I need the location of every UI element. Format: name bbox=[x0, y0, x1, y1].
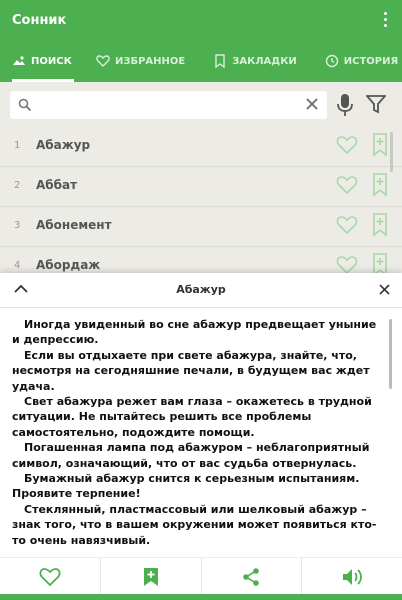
dialog-text: Иногда увиденный во сне абажур предвещае… bbox=[12, 317, 382, 557]
speak-button[interactable] bbox=[302, 558, 402, 595]
app-bar: Сонник ПОИСК ИЗБРАННОЕ ЗАКЛАДКИ ИСТОРИЯ bbox=[0, 0, 402, 82]
bookmark-button[interactable] bbox=[101, 558, 202, 595]
item-word: Аббат bbox=[36, 178, 78, 192]
dream-paragraph: Иногда увиденный во сне абажур предвещае… bbox=[12, 318, 377, 347]
word-list: 1 Абажур 2 Аббат 3 Абонемент 4 Абордаж bbox=[0, 127, 402, 287]
share-button[interactable] bbox=[202, 558, 303, 595]
search-input[interactable] bbox=[38, 95, 302, 117]
tab-bookmarks[interactable]: ЗАКЛАДКИ bbox=[213, 40, 297, 82]
item-word: Абонемент bbox=[36, 218, 112, 232]
dream-paragraph: Стеклянный, пластмассовый или шелковый а… bbox=[12, 502, 377, 547]
favorite-heart-icon[interactable] bbox=[336, 215, 358, 235]
item-number: 4 bbox=[14, 260, 21, 271]
item-number: 1 bbox=[14, 140, 21, 151]
app-title: Сонник bbox=[12, 13, 67, 28]
share-icon bbox=[243, 567, 260, 586]
add-bookmark-icon[interactable] bbox=[372, 213, 388, 237]
tab-history[interactable]: ИСТОРИЯ bbox=[325, 40, 398, 82]
search-box bbox=[10, 91, 327, 119]
item-number: 2 bbox=[14, 180, 21, 191]
favorite-heart-icon[interactable] bbox=[336, 135, 358, 155]
dialog-scrollbar[interactable] bbox=[389, 319, 392, 389]
tab-bookmarks-label: ЗАКЛАДКИ bbox=[232, 55, 297, 67]
dream-paragraph: Погашенная лампа под абажуром – неблагоп… bbox=[12, 441, 370, 470]
search-icon bbox=[18, 98, 32, 112]
favorite-heart-icon[interactable] bbox=[336, 255, 358, 275]
item-word: Абажур bbox=[36, 138, 91, 152]
search-tab-icon bbox=[13, 56, 25, 65]
bookmark-icon bbox=[215, 54, 225, 68]
more-options-icon[interactable] bbox=[384, 12, 388, 28]
list-item[interactable]: 2 Аббат bbox=[0, 167, 402, 207]
close-icon[interactable] bbox=[379, 284, 390, 295]
dream-paragraph: Бумажный абажур снится к серьезным испыт… bbox=[12, 472, 360, 501]
item-number: 3 bbox=[14, 220, 21, 231]
tab-search-label: ПОИСК bbox=[31, 55, 72, 67]
list-item[interactable]: 3 Абонемент bbox=[0, 207, 402, 247]
list-item[interactable]: 1 Абажур bbox=[0, 127, 402, 167]
clear-icon[interactable] bbox=[306, 98, 318, 110]
action-bar bbox=[0, 557, 402, 595]
definition-dialog: Абажур Иногда увиденный во сне абажур пр… bbox=[0, 273, 402, 600]
tab-search[interactable]: ПОИСК bbox=[12, 40, 74, 82]
tab-bar: ПОИСК ИЗБРАННОЕ ЗАКЛАДКИ ИСТОРИЯ bbox=[0, 40, 402, 82]
list-scrollbar[interactable] bbox=[390, 132, 393, 172]
microphone-icon[interactable] bbox=[337, 93, 353, 117]
bottom-accent-bar bbox=[0, 594, 402, 600]
dialog-header: Абажур bbox=[0, 273, 402, 308]
heart-icon bbox=[96, 55, 110, 67]
dream-paragraph: Свет абажура режет вам глаза – окажетесь… bbox=[12, 395, 372, 439]
dialog-title: Абажур bbox=[176, 283, 226, 296]
speaker-icon bbox=[343, 568, 363, 585]
favorite-button[interactable] bbox=[0, 558, 101, 595]
heart-icon bbox=[39, 567, 61, 586]
favorite-heart-icon[interactable] bbox=[336, 175, 358, 195]
add-bookmark-icon[interactable] bbox=[372, 173, 388, 197]
history-icon bbox=[325, 54, 338, 68]
add-bookmark-icon[interactable] bbox=[372, 133, 388, 157]
item-word: Абордаж bbox=[36, 258, 101, 272]
tab-favorites[interactable]: ИЗБРАННОЕ bbox=[96, 40, 185, 82]
filter-icon[interactable] bbox=[366, 94, 386, 114]
tab-favorites-label: ИЗБРАННОЕ bbox=[115, 55, 186, 67]
dream-paragraph: Если вы отдыхаете при свете абажура, зна… bbox=[12, 348, 370, 393]
tab-history-label: ИСТОРИЯ bbox=[343, 55, 399, 67]
add-bookmark-icon bbox=[143, 567, 158, 586]
